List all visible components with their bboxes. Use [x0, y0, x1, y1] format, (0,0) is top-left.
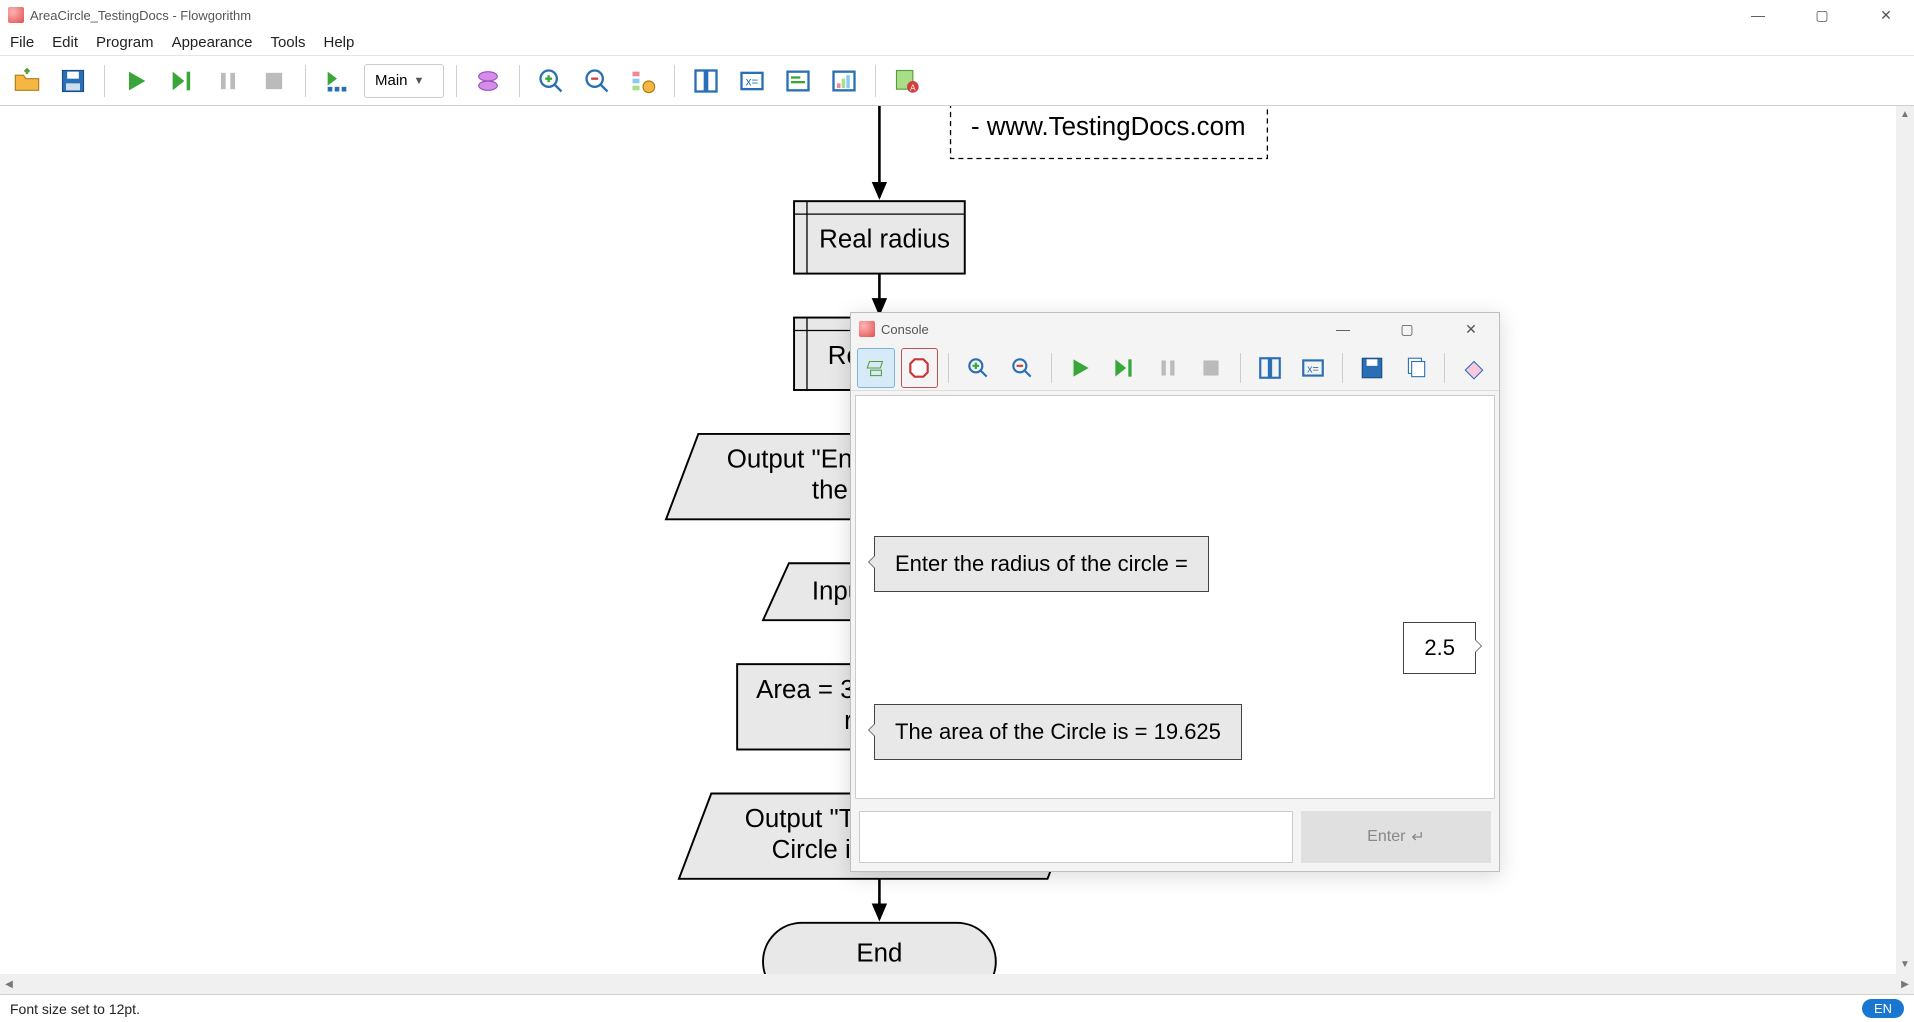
- console-icon[interactable]: [779, 62, 817, 100]
- zoom-in-icon[interactable]: [532, 62, 570, 100]
- layout-icon[interactable]: [687, 62, 725, 100]
- declare-radius[interactable]: Real radius: [794, 201, 965, 273]
- console-user-input: 2.5: [1403, 622, 1476, 674]
- svg-text:x=: x=: [746, 75, 759, 88]
- console-enter-button[interactable]: Enter ↵: [1301, 811, 1491, 863]
- console-view-chart-icon[interactable]: [857, 348, 895, 388]
- console-minimize-button[interactable]: —: [1323, 321, 1363, 338]
- svg-text:End: End: [856, 940, 902, 968]
- minimize-button[interactable]: —: [1738, 7, 1778, 24]
- source-icon[interactable]: A: [888, 62, 926, 100]
- window-controls: — ▢ ✕: [1738, 7, 1906, 24]
- end-terminator[interactable]: End: [763, 923, 996, 974]
- work-area: - www.TestingDocs.com Real radius Real A…: [0, 106, 1914, 994]
- style-icon[interactable]: [624, 62, 662, 100]
- status-bar: Font size set to 12pt. EN: [0, 994, 1914, 1022]
- console-input-field[interactable]: [859, 811, 1293, 863]
- save-icon[interactable]: [54, 62, 92, 100]
- console-maximize-button[interactable]: ▢: [1387, 321, 1427, 338]
- console-pause-icon[interactable]: [1149, 348, 1187, 388]
- speed-icon[interactable]: [318, 62, 356, 100]
- console-clear-icon[interactable]: [1455, 348, 1493, 388]
- console-title: Console: [881, 322, 929, 337]
- language-indicator[interactable]: EN: [1862, 999, 1904, 1018]
- zoom-out-icon[interactable]: [578, 62, 616, 100]
- menu-program[interactable]: Program: [96, 34, 154, 51]
- app-icon: [8, 7, 24, 23]
- run-icon[interactable]: [117, 62, 155, 100]
- console-toolbar: x=: [851, 345, 1499, 391]
- enter-label: Enter: [1367, 828, 1405, 846]
- console-stop-square-icon[interactable]: [1192, 348, 1230, 388]
- console-copy-icon[interactable]: [1397, 348, 1435, 388]
- console-stop-icon[interactable]: [901, 348, 939, 388]
- menu-bar: File Edit Program Appearance Tools Help: [0, 30, 1914, 56]
- function-select[interactable]: Main ▼: [364, 64, 444, 98]
- console-layout-icon[interactable]: [1251, 348, 1289, 388]
- console-app-icon: [859, 321, 875, 337]
- console-window: Console — ▢ ✕: [850, 312, 1500, 872]
- function-select-label: Main: [375, 72, 408, 89]
- console-output[interactable]: Enter the radius of the circle = 2.5 The…: [855, 395, 1495, 799]
- close-button[interactable]: ✕: [1866, 7, 1906, 24]
- console-input-row: Enter ↵: [851, 803, 1499, 871]
- main-titlebar: AreaCircle_TestingDocs - Flowgorithm — ▢…: [0, 0, 1914, 30]
- menu-edit[interactable]: Edit: [52, 34, 78, 51]
- console-save-icon[interactable]: [1353, 348, 1391, 388]
- console-message-2: The area of the Circle is = 19.625: [874, 704, 1242, 760]
- console-titlebar: Console — ▢ ✕: [851, 313, 1499, 345]
- console-zoom-in-icon[interactable]: [959, 348, 997, 388]
- console-zoom-out-icon[interactable]: [1003, 348, 1041, 388]
- console-message-1: Enter the radius of the circle =: [874, 536, 1209, 592]
- menu-appearance[interactable]: Appearance: [172, 34, 253, 51]
- status-text: Font size set to 12pt.: [10, 1001, 140, 1017]
- menu-help[interactable]: Help: [324, 34, 355, 51]
- svg-text:A: A: [910, 83, 916, 92]
- comment-text: - www.TestingDocs.com: [971, 113, 1245, 141]
- window-title: AreaCircle_TestingDocs - Flowgorithm: [30, 8, 251, 23]
- maximize-button[interactable]: ▢: [1802, 7, 1842, 24]
- chevron-down-icon: ▼: [414, 75, 425, 87]
- open-icon[interactable]: [8, 62, 46, 100]
- stop-icon[interactable]: [255, 62, 293, 100]
- step-icon[interactable]: [163, 62, 201, 100]
- canvas-vertical-scrollbar[interactable]: ▲▼: [1896, 106, 1914, 974]
- console-variables-icon[interactable]: x=: [1295, 348, 1333, 388]
- console-run-icon[interactable]: [1061, 348, 1099, 388]
- pause-icon[interactable]: [209, 62, 247, 100]
- menu-tools[interactable]: Tools: [270, 34, 305, 51]
- add-shape-icon[interactable]: [469, 62, 507, 100]
- console-close-button[interactable]: ✕: [1451, 321, 1491, 338]
- chart-icon[interactable]: [825, 62, 863, 100]
- svg-text:x=: x=: [1308, 363, 1320, 375]
- svg-text:Real radius: Real radius: [819, 226, 950, 254]
- variables-icon[interactable]: x=: [733, 62, 771, 100]
- canvas-horizontal-scrollbar[interactable]: ◀▶: [0, 974, 1914, 994]
- console-step-icon[interactable]: [1105, 348, 1143, 388]
- menu-file[interactable]: File: [10, 34, 34, 51]
- enter-arrow-icon: ↵: [1411, 827, 1424, 847]
- main-toolbar: Main ▼ x= A: [0, 56, 1914, 106]
